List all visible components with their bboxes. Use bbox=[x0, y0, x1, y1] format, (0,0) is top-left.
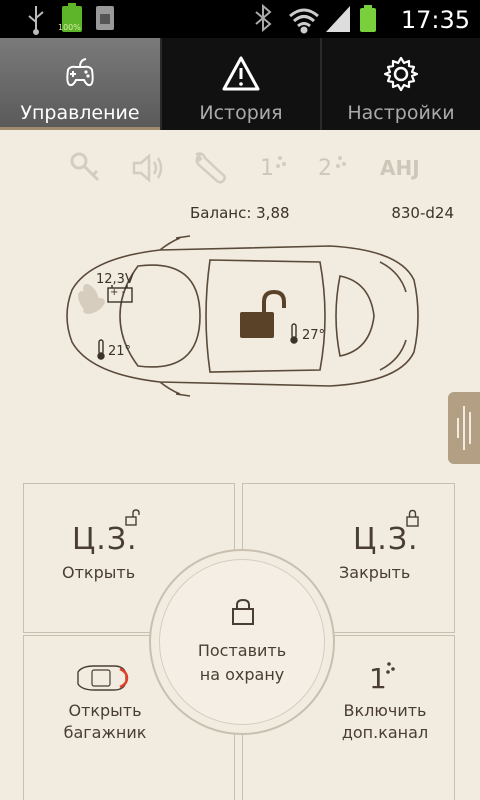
channel2-icon bbox=[336, 156, 346, 168]
aux-channel-label: Включить доп.канал bbox=[325, 700, 445, 744]
tab-control[interactable]: Управление bbox=[0, 38, 160, 130]
arm-label: Поставить на охрану bbox=[151, 639, 333, 687]
inside-temperature: 27° bbox=[302, 328, 326, 343]
arm-label-line1: Поставить bbox=[197, 641, 287, 660]
gear-icon bbox=[383, 56, 419, 92]
status-bar: 100% 17:35 bbox=[0, 0, 480, 38]
side-drawer-handle[interactable] bbox=[448, 392, 480, 464]
aux-label-line2: доп.канал bbox=[341, 723, 429, 742]
car-diagram: 12,3V + - 21° 27° bbox=[50, 232, 430, 400]
warning-icon bbox=[222, 56, 260, 91]
car-outline bbox=[66, 235, 419, 397]
padlock-icon bbox=[232, 598, 254, 625]
car-trunk-icon bbox=[77, 665, 129, 691]
aux-label-line1: Включить bbox=[343, 701, 427, 720]
grip-icon bbox=[457, 406, 471, 450]
arm-label-line2: на охрану bbox=[199, 665, 285, 684]
small-locked-icon bbox=[406, 509, 419, 527]
tab-bar: Управление История Настройки bbox=[0, 38, 480, 130]
signal-icon bbox=[326, 6, 350, 32]
control-panel: Ц.З. Открыть Ц.З. Закрыть Открыть багажн… bbox=[23, 483, 455, 800]
trunk-label: Открыть багажник bbox=[50, 700, 160, 744]
info-row: Баланс: 3,88 830-d24 bbox=[0, 202, 480, 226]
arm-button[interactable]: Поставить на охрану bbox=[149, 549, 335, 735]
usb-icon bbox=[28, 6, 44, 35]
aux-channel-icon bbox=[386, 662, 395, 674]
thermometer-inside-icon bbox=[290, 323, 298, 344]
lock-label: Закрыть bbox=[339, 563, 411, 582]
trunk-label-line2: багажник bbox=[63, 723, 147, 742]
device-id: 830-d24 bbox=[391, 204, 454, 222]
thermometer-outside-icon bbox=[97, 339, 105, 360]
tab-active-indicator bbox=[0, 127, 160, 130]
tab-settings[interactable]: Настройки bbox=[320, 38, 480, 130]
small-unlocked-icon bbox=[125, 509, 140, 526]
balance-text: Баланс: 3,88 bbox=[190, 204, 290, 222]
clock: 17:35 bbox=[400, 6, 470, 34]
tab-history-label: История bbox=[199, 102, 283, 124]
battery-percent: 100% bbox=[58, 23, 81, 32]
wrench-icon bbox=[195, 152, 226, 184]
status-indicators: 1 2 AHJ bbox=[64, 148, 420, 188]
battery-terminals: + - bbox=[110, 287, 126, 298]
outside-temperature: 21° bbox=[108, 344, 132, 359]
ahj-indicator: AHJ bbox=[380, 156, 420, 180]
battery-voltage: 12,3V bbox=[96, 272, 134, 287]
sim-icon bbox=[96, 6, 114, 30]
trunk-label-line1: Открыть bbox=[68, 701, 142, 720]
channel1-icon bbox=[276, 156, 286, 168]
wifi-icon bbox=[289, 8, 319, 34]
status-left-icons bbox=[28, 3, 114, 35]
battery-charge-icon bbox=[360, 5, 376, 32]
tab-control-label: Управление bbox=[20, 102, 140, 124]
bluetooth-icon bbox=[255, 3, 272, 33]
tab-settings-label: Настройки bbox=[347, 102, 455, 124]
tab-history[interactable]: История bbox=[160, 38, 320, 130]
unlocked-lock-icon bbox=[240, 289, 286, 338]
unlock-label: Открыть bbox=[62, 563, 136, 582]
key-icon bbox=[70, 152, 100, 182]
gamepad-icon bbox=[66, 58, 94, 87]
speaker-icon bbox=[132, 153, 163, 183]
